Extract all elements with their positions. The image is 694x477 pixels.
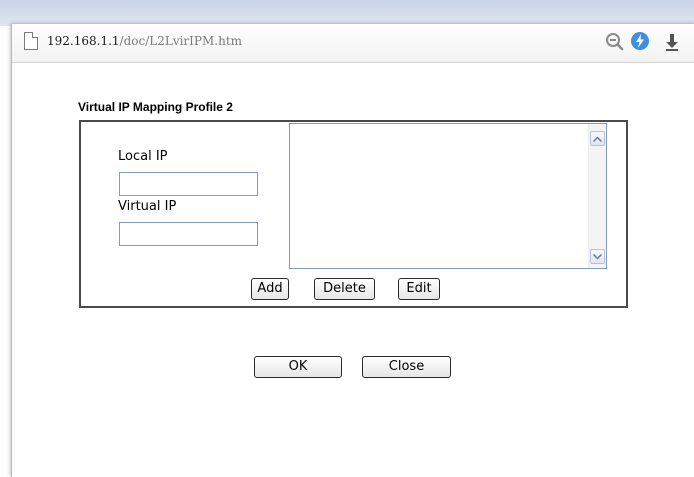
download-icon[interactable] — [664, 33, 680, 51]
browser-top-strip — [0, 0, 694, 26]
list-scrollbar[interactable] — [588, 124, 606, 268]
delete-button[interactable]: Delete — [314, 278, 375, 300]
edit-button[interactable]: Edit — [398, 278, 440, 300]
zoom-icon[interactable] — [605, 32, 625, 52]
page-title: Virtual IP Mapping Profile 2 — [78, 100, 233, 114]
virtual-ip-label: Virtual IP — [118, 199, 177, 214]
page-icon — [24, 32, 38, 50]
page-content: Virtual IP Mapping Profile 2 Local IP Vi… — [12, 63, 694, 477]
scroll-up-button[interactable] — [590, 131, 605, 146]
close-button[interactable]: Close — [362, 356, 451, 378]
virtual-ip-input[interactable] — [119, 222, 258, 246]
local-ip-input[interactable] — [119, 172, 258, 196]
chevron-up-icon — [593, 135, 602, 142]
url-text[interactable]: 192.168.1.1/doc/L2LvirIPM.htm — [47, 34, 242, 48]
url-path: /doc/L2LvirIPM.htm — [119, 34, 243, 48]
add-button[interactable]: Add — [251, 278, 289, 300]
mapping-panel: Local IP Virtual IP Add Delete Edit — [79, 120, 628, 308]
url-host: 192.168.1.1 — [47, 34, 120, 48]
mapping-list[interactable] — [289, 123, 607, 269]
browser-window: 192.168.1.1/doc/L2LvirIPM.htm Virtual IP… — [11, 24, 694, 477]
ok-button[interactable]: OK — [254, 356, 342, 378]
chevron-down-icon — [593, 253, 602, 260]
lightning-icon[interactable] — [630, 31, 650, 51]
local-ip-label: Local IP — [118, 149, 168, 164]
scroll-down-button[interactable] — [590, 249, 605, 264]
address-bar[interactable]: 192.168.1.1/doc/L2LvirIPM.htm — [12, 24, 694, 63]
